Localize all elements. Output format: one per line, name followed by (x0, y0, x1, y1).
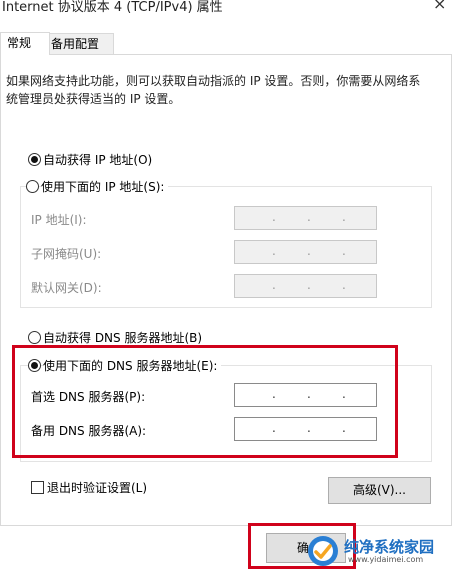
validate-settings-label[interactable]: 退出时验证设置(L) (47, 479, 147, 496)
ip-dot: . (272, 244, 276, 258)
subnet-mask-label: 子网掩码(U): (31, 247, 102, 261)
ip-dot: . (272, 278, 276, 292)
tab-alternate-configuration[interactable]: 备用配置 (44, 33, 114, 55)
ip-dot: . (307, 210, 311, 224)
default-gateway-field[interactable]: . . . (234, 274, 377, 298)
title-bar: Internet 协议版本 4 (TCP/IPv4) 属性 × (0, 0, 453, 24)
window-title: Internet 协议版本 4 (TCP/IPv4) 属性 (2, 0, 223, 15)
auto-dns-label[interactable]: 自动获得 DNS 服务器地址(B) (43, 329, 202, 346)
ip-address-field[interactable]: . . . (234, 206, 377, 230)
manual-ip-label[interactable]: 使用下面的 IP 地址(S): (41, 178, 169, 195)
ip-dot: . (307, 244, 311, 258)
ip-dot: . (342, 210, 346, 224)
ip-dot: . (342, 278, 346, 292)
dns-highlight-box (12, 345, 398, 458)
tab-strip: 常规 备用配置 (0, 32, 453, 55)
ip-dot: . (307, 278, 311, 292)
close-icon[interactable]: × (433, 0, 446, 13)
tab-general[interactable]: 常规 (0, 32, 50, 55)
watermark-url: www.yidaimei.com (348, 555, 424, 564)
validate-settings-checkbox[interactable] (31, 481, 44, 494)
auto-ip-label[interactable]: 自动获得 IP 地址(O) (43, 151, 152, 168)
subnet-mask-field[interactable]: . . . (234, 240, 377, 264)
auto-dns-radio[interactable] (28, 331, 41, 344)
watermark-logo: 纯净系统家园 www.yidaimei.com (300, 533, 453, 568)
default-gateway-label: 默认网关(D): (31, 281, 102, 295)
auto-ip-radio[interactable] (28, 153, 41, 166)
ip-dot: . (342, 244, 346, 258)
manual-ip-radio[interactable] (26, 180, 39, 193)
ip-dot: . (272, 210, 276, 224)
watermark-title: 纯净系统家园 (344, 538, 435, 556)
description-text: 如果网络支持此功能，则可以获取自动指派的 IP 设置。否则，你需要从网络系统管理… (6, 74, 421, 106)
ip-address-label: IP 地址(I): (31, 213, 87, 227)
advanced-button[interactable]: 高级(V)... (328, 477, 431, 504)
watermark-shield-icon (308, 536, 338, 566)
